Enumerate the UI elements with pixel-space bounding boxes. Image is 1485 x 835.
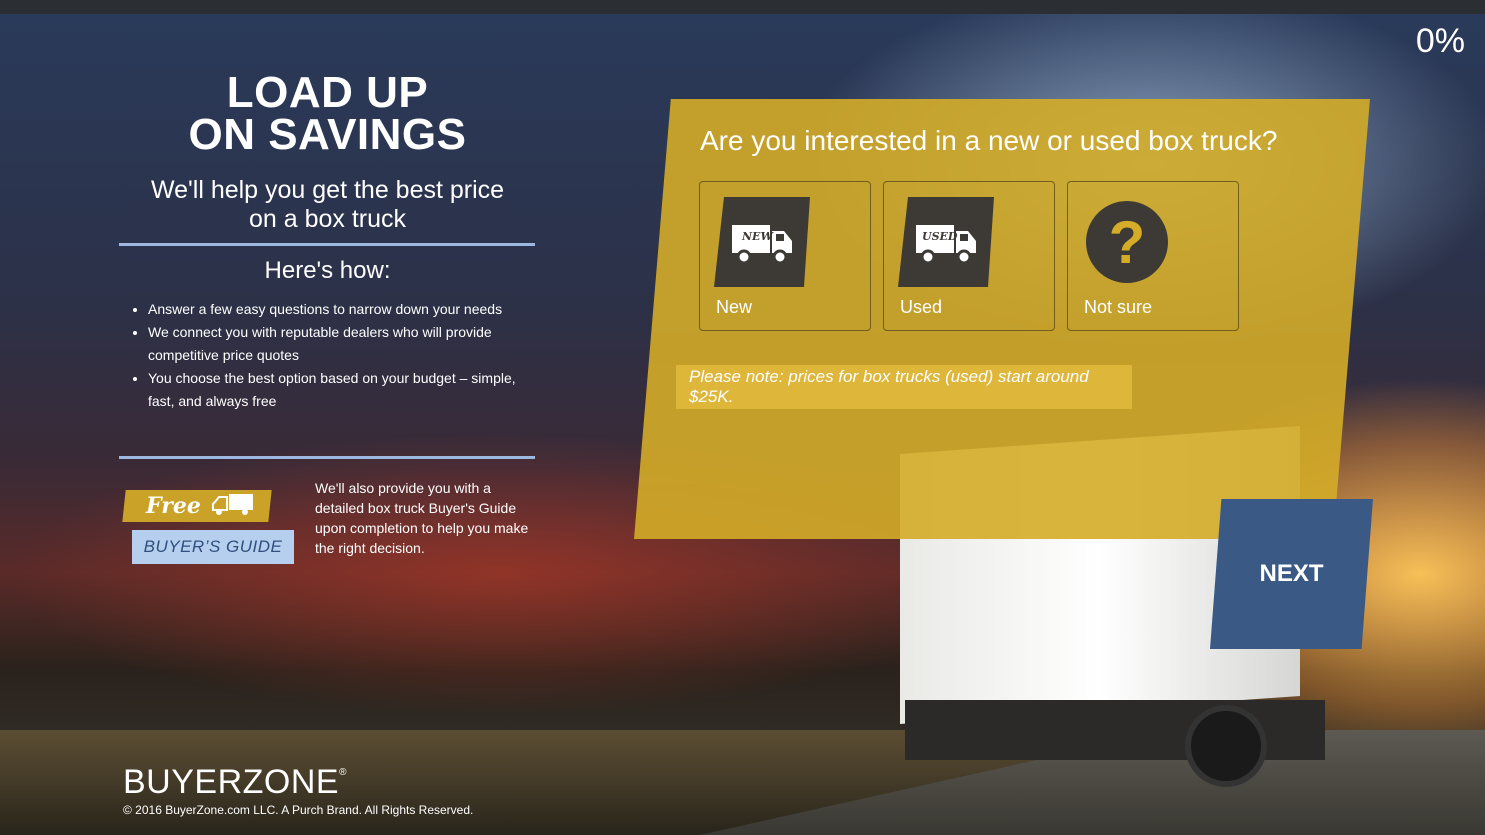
divider-top <box>119 243 535 246</box>
steps-list: Answer a few easy questions to narrow do… <box>128 298 538 413</box>
used-truck-icon: USED <box>898 197 994 287</box>
top-bar <box>0 0 1485 14</box>
option-not-sure[interactable]: ? Not sure <box>1067 181 1239 331</box>
hero-subtitle: We'll help you get the best price on a b… <box>120 176 535 234</box>
copyright-text: © 2016 BuyerZone.com LLC. A Purch Brand.… <box>123 803 474 817</box>
progress-indicator: 0% <box>1415 22 1465 60</box>
hero-subtitle-line2: on a box truck <box>248 205 407 233</box>
logo-text: BUYERZONE <box>123 763 340 801</box>
step-item: Answer a few easy questions to narrow do… <box>148 298 538 321</box>
quiz-question: Are you interested in a new or used box … <box>700 125 1278 156</box>
option-new-label: New <box>716 297 753 317</box>
small-truck-icon <box>211 492 255 521</box>
trademark-symbol: ® <box>339 767 347 778</box>
option-new[interactable]: NEW New <box>699 181 871 331</box>
hero-title: LOAD UP ON SAVINGS <box>120 68 535 159</box>
step-item: You choose the best option based on your… <box>148 367 538 413</box>
question-icon: ? <box>1082 197 1172 287</box>
buyerzone-logo[interactable]: BUYERZONE® <box>123 763 347 802</box>
hero-title-line1: LOAD UP <box>226 68 429 117</box>
next-button[interactable]: NEXT <box>1210 499 1373 649</box>
free-guide-badge: Free <box>122 490 272 522</box>
background-truck-wheel <box>1185 705 1267 787</box>
used-icon-text: USED <box>922 230 958 243</box>
option-not-sure-label: Not sure <box>1084 297 1153 317</box>
buyers-guide-badge: BUYER’S GUIDE <box>132 530 304 568</box>
new-icon-text: NEW <box>741 230 774 243</box>
guide-description: We'll also provide you with a detailed b… <box>315 480 529 556</box>
price-note: Please note: prices for box trucks (used… <box>676 365 1132 409</box>
divider-bottom <box>119 456 535 459</box>
new-truck-icon: NEW <box>714 197 810 287</box>
question-mark: ? <box>1109 209 1146 276</box>
option-used-label: Used <box>900 297 943 317</box>
option-used[interactable]: USED Used <box>883 181 1055 331</box>
step-item: We connect you with reputable dealers wh… <box>148 321 538 367</box>
hero-subtitle-line1: We'll help you get the best price <box>150 176 505 204</box>
hows-heading: Here's how: <box>264 257 391 284</box>
hero-title-line2: ON SAVINGS <box>188 110 467 159</box>
free-label: Free <box>146 493 201 519</box>
